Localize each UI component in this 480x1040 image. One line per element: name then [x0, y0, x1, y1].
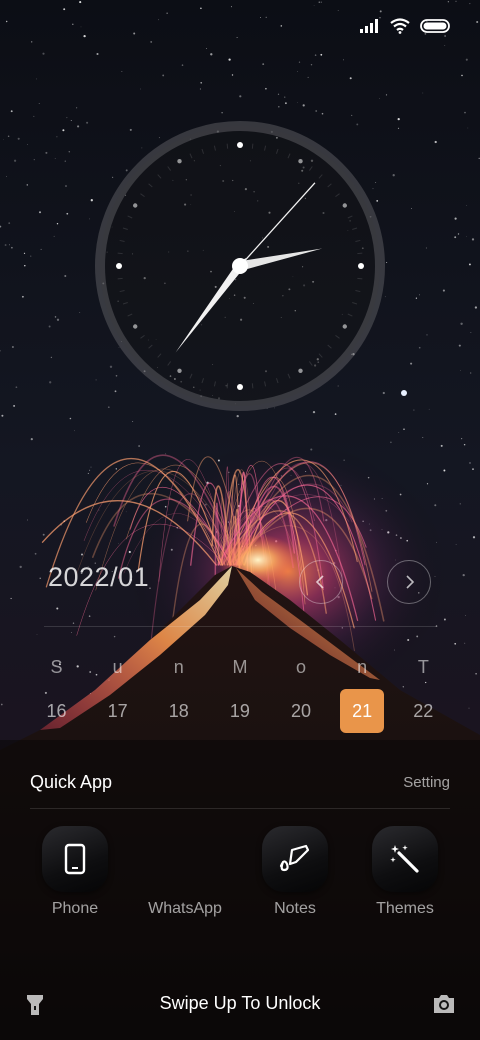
date-label: 18 — [168, 701, 189, 721]
signal-icon — [360, 18, 380, 38]
clock-minute-tick — [251, 143, 254, 149]
analog-clock — [95, 121, 385, 411]
date-label: 17 — [107, 701, 128, 721]
weekday-label: S — [50, 657, 63, 677]
clock-minute-tick — [357, 252, 363, 255]
date-label: 16 — [46, 701, 67, 721]
date-label: 19 — [229, 701, 250, 721]
wifi-icon — [390, 17, 410, 39]
next-month-button[interactable] — [387, 560, 431, 604]
app-phone[interactable]: Phone — [20, 826, 130, 918]
previous-month-button[interactable] — [299, 560, 343, 604]
app-themes[interactable]: Themes — [350, 826, 460, 918]
calendar-divider — [44, 626, 436, 627]
clock-hour-marker — [133, 203, 138, 208]
phone-app-icon[interactable] — [42, 826, 108, 892]
app-label: Notes — [274, 900, 316, 917]
date-cell[interactable]: 20 — [271, 689, 332, 733]
date-cell-today[interactable]: 21 — [332, 689, 393, 733]
today-date-label: 21 — [340, 689, 385, 733]
battery-icon — [420, 18, 450, 38]
magic-wand-icon — [390, 845, 419, 873]
clock-minute-tick — [226, 383, 229, 389]
date-label: 20 — [291, 701, 312, 721]
weekday-label: M — [232, 657, 248, 677]
clock-minute-tick — [117, 277, 123, 280]
clock-center — [232, 258, 248, 274]
clock-hour-marker — [116, 263, 122, 269]
date-cell[interactable]: 19 — [209, 689, 270, 733]
weekday-row: S u n M o n T — [26, 657, 454, 678]
clock-hour-marker — [298, 159, 303, 164]
clock-hour-marker — [237, 384, 243, 390]
date-cell[interactable]: 17 — [87, 689, 148, 733]
themes-app-icon[interactable] — [372, 826, 438, 892]
app-label: WhatsApp — [148, 900, 222, 917]
app-label: Themes — [376, 900, 434, 917]
clock-hour-marker — [342, 324, 347, 329]
clock-hour-marker — [177, 159, 182, 164]
clock-hour-marker — [342, 203, 347, 208]
date-label: 22 — [413, 701, 434, 721]
app-notes[interactable]: Notes — [240, 826, 350, 918]
clock-minute-tick — [251, 383, 254, 389]
date-cell[interactable]: 22 — [393, 689, 454, 733]
weekday-label: u — [112, 657, 123, 677]
clock-hour-marker — [358, 263, 364, 269]
quick-app-divider — [30, 808, 450, 809]
weekday-label: n — [357, 657, 368, 677]
notes-app-icon[interactable] — [262, 826, 328, 892]
clock-minute-tick — [117, 252, 123, 255]
date-row: 16 17 18 19 20 21 22 — [26, 688, 454, 734]
clock-minute-tick — [357, 277, 363, 280]
clock-hour-marker — [237, 142, 243, 148]
clock-hour-marker — [133, 324, 138, 329]
notes-pen-icon — [279, 844, 310, 872]
calendar-month: 2022/01 — [48, 562, 150, 592]
weekday-label: T — [417, 657, 429, 677]
phone-icon — [64, 843, 86, 875]
camera-icon — [434, 995, 454, 1013]
camera-button[interactable] — [432, 993, 456, 1020]
chevron-right-icon — [406, 575, 415, 589]
status-bar — [360, 14, 450, 42]
weekday-label: o — [296, 657, 307, 677]
weekday-label: n — [173, 657, 184, 677]
clock-minute-tick — [226, 143, 229, 149]
app-whatsapp[interactable]: WhatsApp — [130, 826, 240, 918]
quick-app-title: Quick App — [30, 772, 113, 792]
clock-hour-marker — [298, 368, 303, 373]
date-cell[interactable]: 16 — [26, 689, 87, 733]
swipe-up-to-unlock: Swipe Up To Unlock — [159, 993, 321, 1013]
clock-hour-marker — [177, 368, 182, 373]
quick-app-row: Phone WhatsApp Notes Themes — [20, 826, 460, 918]
quick-app-setting-link[interactable]: Setting — [403, 774, 450, 791]
app-label: Phone — [51, 900, 99, 917]
chevron-left-icon — [315, 575, 324, 589]
date-cell[interactable]: 18 — [148, 689, 209, 733]
whatsapp-app-icon[interactable] — [152, 826, 218, 892]
